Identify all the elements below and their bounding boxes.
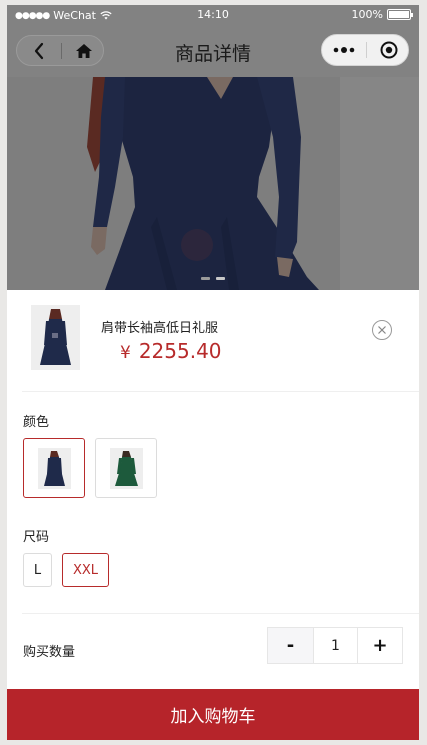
close-sheet-button[interactable] <box>372 320 392 340</box>
product-name: 肩带长袖高低日礼服 <box>101 321 219 336</box>
status-right: 100% <box>351 8 413 21</box>
nav-bar: 商品详情 <box>7 25 419 77</box>
add-to-cart-button[interactable]: 加入购物车 <box>7 689 419 740</box>
battery-icon <box>387 9 413 20</box>
color-option-navy[interactable] <box>23 438 85 498</box>
close-icon <box>378 326 386 334</box>
product-price: ¥2255.40 <box>120 339 222 363</box>
product-image-carousel[interactable] <box>7 77 419 290</box>
color-option-green[interactable] <box>95 438 157 498</box>
price-value: 2255.40 <box>138 339 222 363</box>
status-bar: ●●●●● WeChat 14:10 100% <box>7 5 419 25</box>
quantity-label: 购买数量 <box>23 645 76 660</box>
more-button[interactable] <box>322 35 366 65</box>
quantity-stepper: - 1 + <box>267 627 403 664</box>
quantity-value[interactable]: 1 <box>313 628 358 663</box>
target-icon <box>380 41 398 59</box>
color-label: 颜色 <box>23 415 50 430</box>
divider <box>22 613 419 614</box>
carousel-indicator <box>7 277 419 280</box>
color-swatch-image <box>37 447 71 489</box>
battery-percent: 100% <box>351 8 383 21</box>
product-photo <box>7 77 419 290</box>
increase-quantity-button[interactable]: + <box>358 628 402 663</box>
product-thumbnail <box>31 305 80 370</box>
close-miniapp-button[interactable] <box>367 35 411 65</box>
currency-symbol: ¥ <box>120 343 131 363</box>
nav-capsule-right <box>321 34 409 66</box>
size-option-xxl[interactable]: XXL <box>62 553 109 587</box>
spec-sheet: 肩带长袖高低日礼服 ¥2255.40 颜色 尺码 L XXL 购买数量 - 1 … <box>7 290 419 740</box>
carousel-dot <box>201 277 210 280</box>
divider <box>22 391 419 392</box>
more-dots-icon <box>333 47 355 53</box>
size-label: 尺码 <box>23 530 50 545</box>
product-detail-screen: ●●●●● WeChat 14:10 100% 商品详情 肩带长袖高低日礼服 ¥… <box>7 5 419 740</box>
size-option-l[interactable]: L <box>23 553 52 587</box>
carousel-dot-active <box>216 277 225 280</box>
decrease-quantity-button[interactable]: - <box>268 628 313 663</box>
color-swatch-image <box>109 447 143 489</box>
